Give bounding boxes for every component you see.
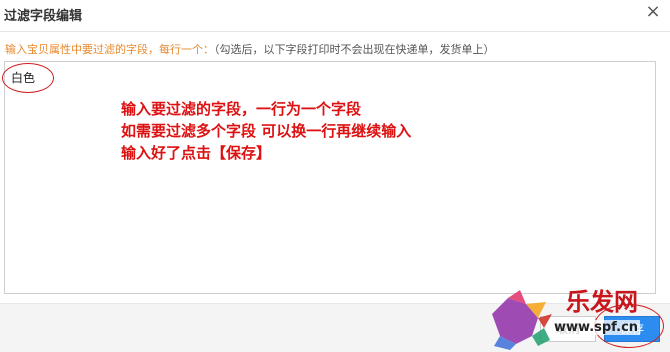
highlight-circle: [2, 63, 54, 93]
dialog-title: 过滤字段编辑: [4, 9, 83, 24]
annotation-line: 如需要过滤多个字段 可以换一行再继续输入: [121, 122, 412, 140]
dialog-header: 过滤字段编辑 ×: [0, 0, 670, 32]
instruction-note: （勾选后，以下字段打印时不会出现在快递单，发货单上）: [214, 43, 495, 56]
instruction-main: 输入宝贝属性中要过滤的字段，每行一个：: [5, 43, 214, 56]
annotation-line: 输入好了点击【保存】: [121, 144, 272, 162]
filter-fields-textarea[interactable]: [4, 61, 656, 294]
watermark-site: www.spf.cn: [552, 320, 641, 335]
watermark-logo: 乐发网: [492, 287, 638, 350]
annotation-text: 输入要过滤的字段，一行为一个字段 如需要过滤多个字段 可以换一行再继续输入 输入…: [121, 98, 411, 164]
watermark-logo-text: 乐发网: [566, 287, 638, 316]
close-icon[interactable]: ×: [643, 2, 663, 22]
instruction-text: 输入宝贝属性中要过滤的字段，每行一个：（勾选后，以下字段打印时不会出现在快递单，…: [5, 41, 495, 57]
annotation-line: 输入要过滤的字段，一行为一个字段: [121, 100, 362, 118]
filter-field-dialog: 过滤字段编辑 × 输入宝贝属性中要过滤的字段，每行一个：（勾选后，以下字段打印时…: [0, 0, 670, 352]
